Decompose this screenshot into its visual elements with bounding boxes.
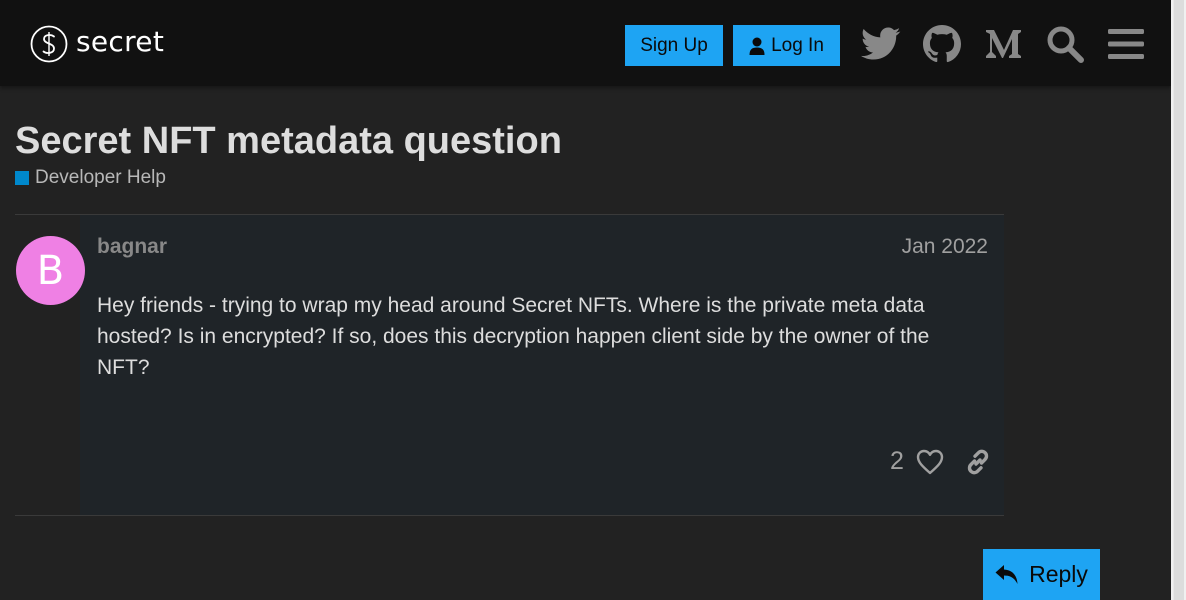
hamburger-menu-icon[interactable]	[1106, 24, 1146, 64]
post-date[interactable]: Jan 2022	[902, 235, 988, 259]
page-scrollbar[interactable]	[1171, 0, 1186, 600]
reply-label: Reply	[1029, 561, 1088, 587]
like-count[interactable]: 2	[890, 447, 904, 476]
post-body-text: Hey friends - trying to wrap my head aro…	[97, 294, 930, 379]
medium-icon[interactable]	[984, 24, 1024, 64]
site-logo[interactable]: secret	[30, 25, 164, 63]
logo-text: secret	[76, 25, 165, 58]
sign-up-label: Sign Up	[640, 34, 708, 56]
reply-arrow-icon	[995, 564, 1018, 584]
post-bottom-divider	[15, 515, 1004, 516]
log-in-button[interactable]: Log In	[733, 25, 840, 66]
secret-logo-icon	[30, 25, 68, 63]
topic-title[interactable]: Secret NFT metadata question	[15, 120, 562, 163]
link-icon	[967, 449, 989, 475]
reply-button[interactable]: Reply	[983, 549, 1100, 600]
post-username[interactable]: bagnar	[97, 235, 167, 259]
site-header: secret Sign Up Log In	[0, 0, 1171, 86]
like-button[interactable]	[914, 446, 946, 478]
avatar-letter: B	[36, 247, 65, 294]
category-label: Developer Help	[35, 167, 166, 188]
search-icon[interactable]	[1045, 24, 1085, 64]
share-link-button[interactable]	[962, 446, 994, 478]
github-icon[interactable]	[922, 24, 962, 64]
avatar[interactable]: B	[16, 236, 85, 305]
user-icon	[749, 37, 765, 55]
log-in-label: Log In	[771, 34, 824, 56]
twitter-icon[interactable]	[861, 24, 901, 64]
category-badge[interactable]: Developer Help	[15, 167, 166, 189]
heart-icon	[916, 449, 944, 475]
sign-up-button[interactable]: Sign Up	[625, 25, 723, 66]
category-color-swatch	[15, 171, 29, 185]
scrollbar-thumb[interactable]	[1173, 0, 1184, 600]
